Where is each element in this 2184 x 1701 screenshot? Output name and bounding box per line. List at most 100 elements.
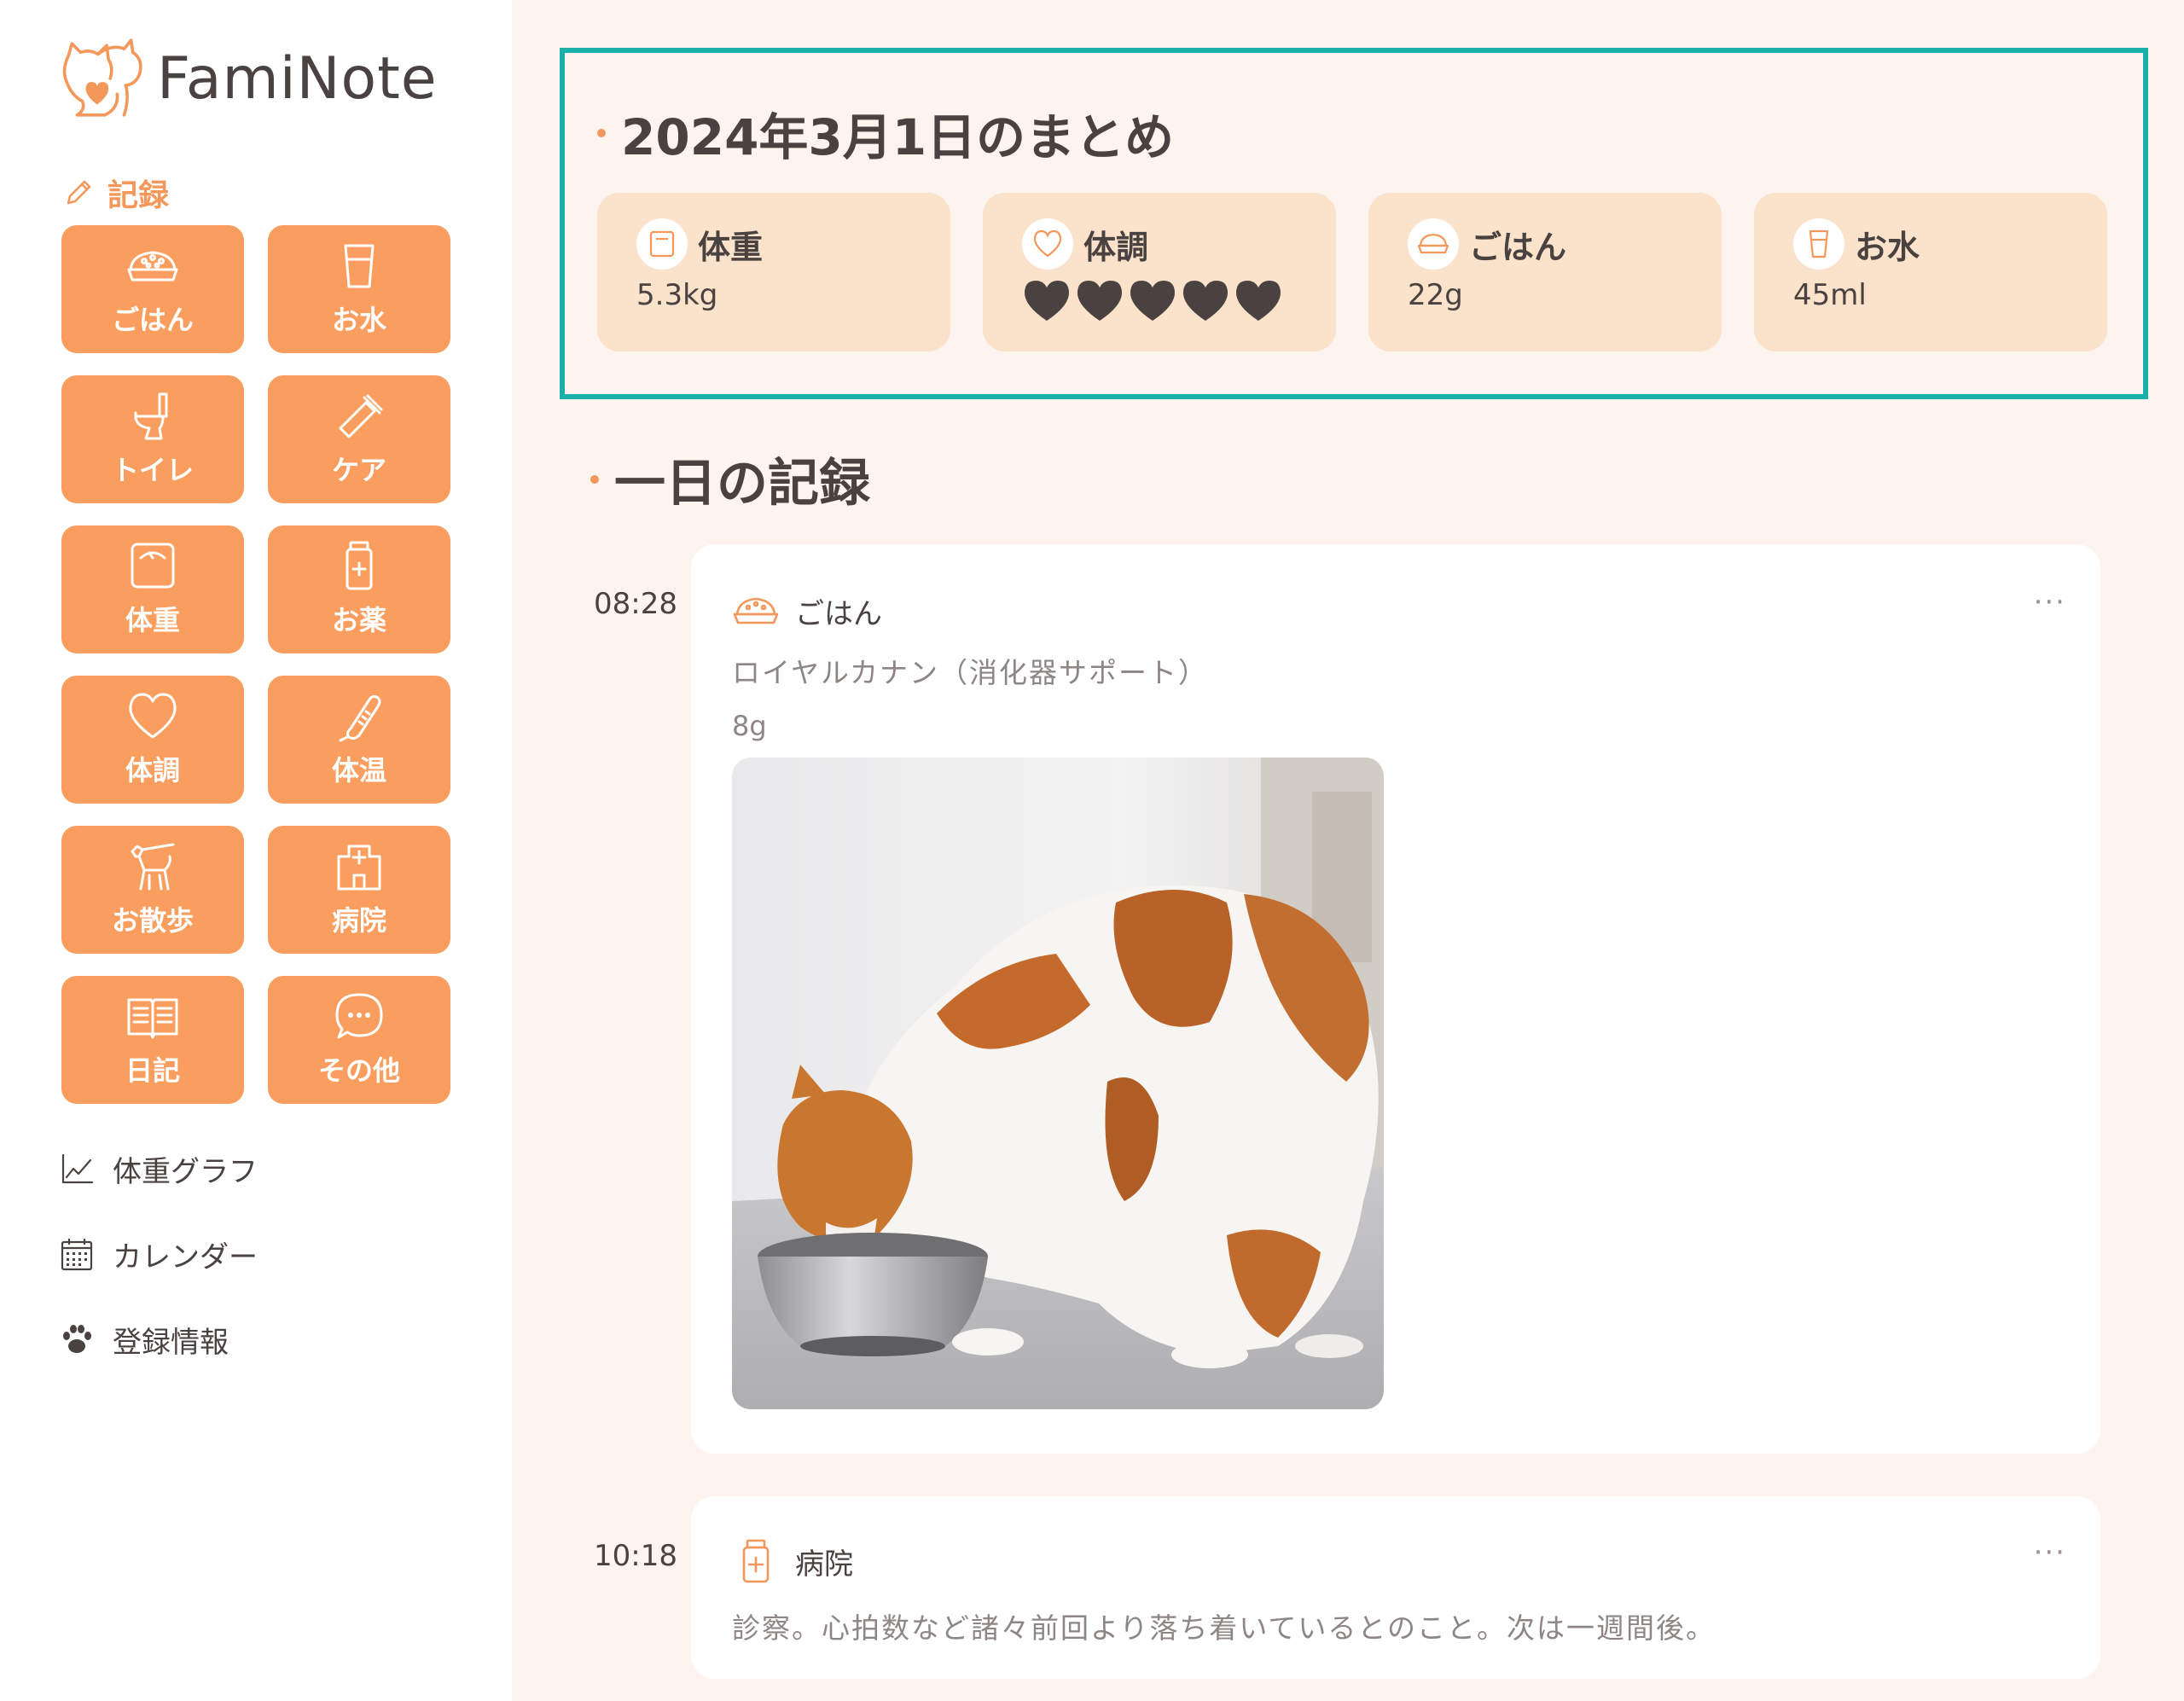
entry-photo[interactable]	[732, 758, 1384, 1409]
record-entry[interactable]: 病院 ··· 診察。心拍数など諸々前回より落ち着いているとのこと。次は一週間後。	[691, 1496, 2100, 1679]
nav-label: 体重グラフ	[113, 1154, 258, 1189]
cat-eating-photo	[732, 758, 1384, 1409]
tile-diary[interactable]: 日記	[61, 976, 244, 1104]
summary-title-text: 2024年3月1日のまとめ	[621, 108, 1175, 166]
card-title: 体重	[698, 228, 764, 266]
nav-weight-graph[interactable]: 体重グラフ	[60, 1143, 258, 1194]
entry-description: 診察。心拍数など諸々前回より落ち着いているとのこと。次は一週間後。	[732, 1611, 1716, 1645]
nav-calendar[interactable]: カレンダー	[60, 1228, 258, 1280]
thermometer-icon	[339, 694, 381, 742]
summary-card-food[interactable]: ごはん 22g	[1368, 193, 1722, 351]
medicine-bottle-icon	[346, 541, 373, 590]
water-cup-icon	[1793, 218, 1844, 270]
scale-icon	[636, 218, 688, 270]
rating-heart-icon	[1130, 281, 1176, 321]
card-value: 22g	[1408, 278, 1463, 312]
entry-header: 病院	[732, 1539, 853, 1583]
entry-category: ごはん	[795, 596, 882, 631]
summary-card-water[interactable]: お水 45ml	[1754, 193, 2107, 351]
entry-time: 10:18	[594, 1539, 677, 1573]
summary-card-weight[interactable]: 体重 5.3kg	[597, 193, 950, 351]
scale-icon	[131, 543, 175, 589]
tile-walk[interactable]: お散歩	[61, 826, 244, 954]
tile-label: 日記	[125, 1054, 180, 1087]
record-tile-grid: ごはん お水 トイレ ケア 体重 お薬 体調 体温 お散歩 病院 日記 その他	[61, 225, 450, 1104]
chat-bubble-icon	[335, 993, 383, 1039]
tile-condition[interactable]: 体調	[61, 676, 244, 804]
calendar-icon	[61, 1239, 93, 1271]
entry-header: ごはん	[732, 589, 882, 633]
hospital-icon	[337, 845, 381, 891]
tile-label: ケア	[331, 454, 386, 486]
tile-label: お薬	[331, 604, 386, 636]
tile-label: 体重	[125, 604, 180, 636]
pencil-icon	[67, 180, 91, 205]
rating-heart-icon	[1235, 281, 1281, 321]
record-label-text: 記録	[107, 178, 170, 213]
more-options-button[interactable]: ···	[2034, 1536, 2066, 1570]
summary-card-condition[interactable]: 体調	[983, 193, 1336, 351]
tile-label: 病院	[331, 904, 386, 937]
card-title: 体調	[1083, 228, 1149, 266]
water-cup-icon	[344, 244, 375, 288]
food-bowl-icon	[733, 597, 779, 624]
condition-rating	[1022, 278, 1336, 322]
nav-label: 登録情報	[113, 1325, 229, 1360]
record-entry[interactable]: ごはん ··· ロイヤルカナン（消化器サポート） 8g	[691, 544, 2100, 1454]
line-chart-icon	[61, 1153, 94, 1184]
book-icon	[127, 998, 178, 1039]
tile-label: 体温	[331, 754, 386, 787]
medicine-bottle-icon	[742, 1539, 770, 1583]
heart-icon	[129, 693, 177, 739]
rating-heart-icon	[1077, 281, 1123, 321]
day-title-text: 一日の記録	[614, 454, 870, 514]
card-title: ごはん	[1469, 228, 1567, 266]
entry-amount: 8g	[732, 710, 767, 742]
app-logo[interactable]: FamiNote	[60, 38, 438, 119]
tile-water[interactable]: お水	[268, 225, 450, 353]
tile-temperature[interactable]: 体温	[268, 676, 450, 804]
tile-label: お散歩	[111, 904, 194, 937]
tile-care[interactable]: ケア	[268, 375, 450, 503]
day-records-title: 一日の記録	[590, 442, 870, 516]
heart-icon	[1022, 218, 1073, 270]
app-name: FamiNote	[157, 44, 438, 113]
title-bullet	[597, 129, 606, 137]
food-bowl-icon	[127, 251, 178, 282]
more-options-button[interactable]: ···	[2034, 585, 2066, 619]
tile-food[interactable]: ごはん	[61, 225, 244, 353]
tile-toilet[interactable]: トイレ	[61, 375, 244, 503]
tile-label: トイレ	[111, 454, 194, 486]
entry-description: ロイヤルカナン（消化器サポート）	[732, 656, 1209, 689]
card-title: お水	[1855, 228, 1920, 266]
card-value: 5.3kg	[636, 278, 718, 312]
paw-icon	[63, 1325, 91, 1353]
tile-medicine[interactable]: お薬	[268, 525, 450, 653]
nav-label: カレンダー	[113, 1239, 258, 1274]
tile-label: 体調	[125, 754, 180, 787]
sidebar: FamiNote 記録 ごはん お水 トイレ ケア 体重 お薬 体調 体温 お散…	[0, 0, 512, 1701]
summary-title: 2024年3月1日のまとめ	[597, 97, 1174, 169]
summary-cards: 体重 5.3kg 体調 ごはん 22g お水 45ml	[597, 193, 2107, 351]
entry-time: 08:28	[594, 587, 677, 621]
daily-summary-panel: 2024年3月1日のまとめ 体重 5.3kg 体調 ごはん 22g お水 45m…	[560, 48, 2148, 399]
sidebar-nav: 体重グラフ カレンダー 登録情報	[60, 1143, 258, 1399]
tile-label: お水	[331, 304, 386, 336]
title-bullet	[590, 474, 599, 484]
rating-heart-icon	[1024, 281, 1070, 321]
brush-icon	[339, 394, 383, 438]
cat-dog-logo-icon	[62, 38, 142, 117]
card-value: 45ml	[1793, 278, 1867, 312]
toilet-icon	[134, 392, 168, 440]
tile-label: ごはん	[111, 304, 194, 336]
dog-walk-icon	[131, 843, 175, 891]
tile-other[interactable]: その他	[268, 976, 450, 1104]
food-bowl-icon	[1408, 218, 1459, 270]
record-section-label: 記録	[61, 171, 169, 215]
nav-profile[interactable]: 登録情報	[60, 1314, 258, 1365]
tile-label: その他	[317, 1054, 400, 1087]
entry-category: 病院	[795, 1547, 853, 1582]
rating-heart-icon	[1182, 281, 1228, 321]
tile-hospital[interactable]: 病院	[268, 826, 450, 954]
tile-weight[interactable]: 体重	[61, 525, 244, 653]
